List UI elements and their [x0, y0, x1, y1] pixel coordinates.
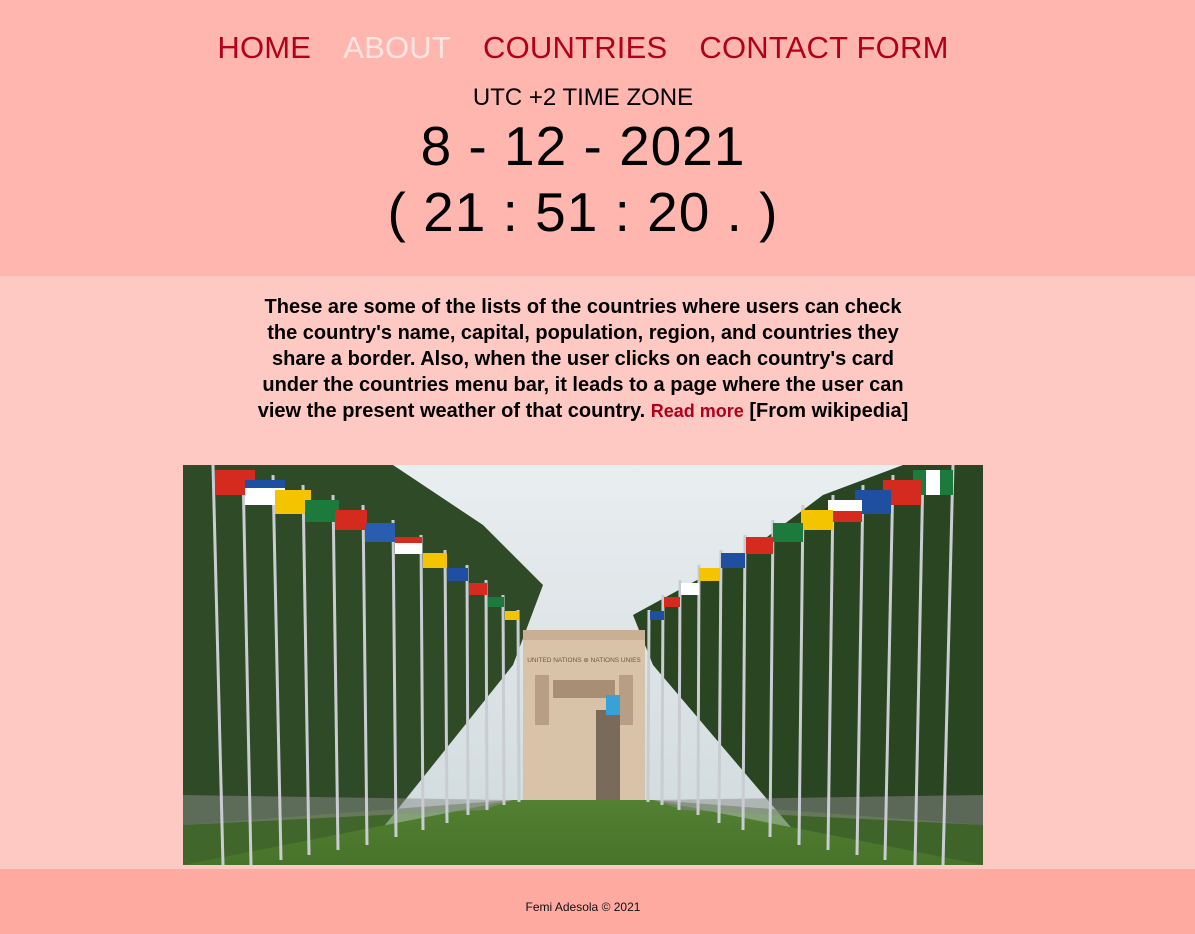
site-footer: Femi Adesola © 2021 — [0, 869, 1195, 934]
main-nav: HOME ABOUT COUNTRIES CONTACT FORM — [0, 28, 1166, 68]
footer-copyright: Femi Adesola © 2021 — [525, 900, 641, 914]
read-more-link[interactable]: Read more — [651, 401, 744, 421]
timezone-label: UTC +2 TIME ZONE — [472, 84, 694, 111]
nav-contact-form-link[interactable]: CONTACT FORM — [699, 28, 948, 68]
site-header: HOME ABOUT COUNTRIES CONTACT FORM UTC +2… — [0, 0, 1195, 276]
nav-countries-link[interactable]: COUNTRIES — [483, 28, 667, 68]
nav-home-link[interactable]: HOME — [217, 28, 311, 68]
building-sign-text: UNITED NATIONS ⊕ NATIONS UNIES — [527, 657, 641, 664]
source-note: [From wikipedia] — [749, 400, 909, 422]
about-paragraph: These are some of the lists of the count… — [255, 294, 911, 424]
current-time: ( 21 : 51 : 20 . ) — [387, 181, 779, 243]
nav-about-link[interactable]: ABOUT — [343, 28, 451, 68]
current-date: 8 - 12 - 2021 — [420, 115, 746, 177]
united-nations-flags-image: UNITED NATIONS ⊕ NATIONS UNIES — [183, 465, 983, 865]
